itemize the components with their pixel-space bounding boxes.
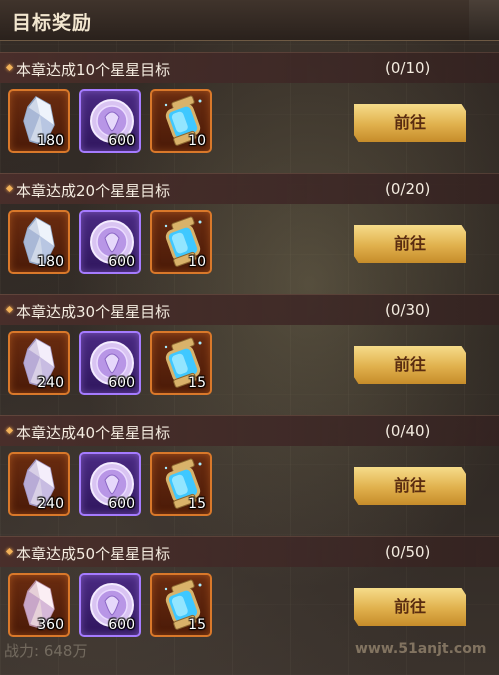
reward-count: 180: [37, 254, 64, 270]
reward-count: 10: [188, 133, 206, 149]
background-power-text: 战力: 648万: [4, 642, 88, 660]
go-button[interactable]: 前往: [354, 225, 466, 263]
goal-row-1: 本章达成10个星星目标 (0/10) 180 600 10 前往: [0, 52, 499, 172]
goal-label: 本章达成10个星星目标: [16, 61, 171, 79]
go-button[interactable]: 前往: [354, 467, 466, 505]
goal-progress: (0/30): [385, 301, 431, 319]
reward-item-crystal[interactable]: 360: [8, 573, 70, 637]
watermark: www.51anjt.com: [355, 641, 487, 657]
reward-item-lantern[interactable]: 15: [150, 452, 212, 516]
goal-row-3: 本章达成30个星星目标 (0/30) 240 600 15 前往: [0, 294, 499, 414]
bullet-diamond-icon: [5, 184, 14, 193]
reward-count: 600: [108, 496, 135, 512]
reward-count: 600: [108, 133, 135, 149]
reward-count: 600: [108, 254, 135, 270]
reward-item-crystal[interactable]: 180: [8, 210, 70, 274]
reward-item-crystal[interactable]: 180: [8, 89, 70, 153]
reward-item-lantern[interactable]: 10: [150, 89, 212, 153]
reward-count: 15: [188, 617, 206, 633]
reward-item-crystal[interactable]: 240: [8, 331, 70, 395]
go-button[interactable]: 前往: [354, 346, 466, 384]
reward-count: 240: [37, 496, 64, 512]
panel-header: 目标奖励: [0, 0, 499, 41]
reward-count: 360: [37, 617, 64, 633]
header-corner-decoration: [469, 0, 499, 40]
bullet-diamond-icon: [5, 426, 14, 435]
reward-count: 240: [37, 375, 64, 391]
go-button[interactable]: 前往: [354, 104, 466, 142]
bullet-diamond-icon: [5, 63, 14, 72]
goal-progress: (0/50): [385, 543, 431, 561]
goal-row-5: 本章达成50个星星目标 (0/50) 360 600 15 前往: [0, 536, 499, 656]
reward-item-lantern[interactable]: 15: [150, 331, 212, 395]
reward-item-coin[interactable]: 600: [79, 210, 141, 274]
goal-row-2: 本章达成20个星星目标 (0/20) 180 600 10 前往: [0, 173, 499, 293]
panel-title: 目标奖励: [12, 12, 93, 34]
goal-progress: (0/10): [385, 59, 431, 77]
reward-count: 180: [37, 133, 64, 149]
goal-label: 本章达成20个星星目标: [16, 182, 171, 200]
goal-progress: (0/40): [385, 422, 431, 440]
reward-item-coin[interactable]: 600: [79, 452, 141, 516]
goal-row-header: 本章达成40个星星目标 (0/40): [0, 415, 499, 446]
reward-count: 600: [108, 375, 135, 391]
reward-item-lantern[interactable]: 15: [150, 573, 212, 637]
go-button[interactable]: 前往: [354, 588, 466, 626]
goal-row-header: 本章达成30个星星目标 (0/30): [0, 294, 499, 325]
reward-count: 10: [188, 254, 206, 270]
goal-label: 本章达成30个星星目标: [16, 303, 171, 321]
bullet-diamond-icon: [5, 305, 14, 314]
reward-count: 600: [108, 617, 135, 633]
goal-row-header: 本章达成50个星星目标 (0/50): [0, 536, 499, 567]
reward-item-coin[interactable]: 600: [79, 573, 141, 637]
goal-label: 本章达成50个星星目标: [16, 545, 171, 563]
goal-row-header: 本章达成10个星星目标 (0/10): [0, 52, 499, 83]
goal-row-header: 本章达成20个星星目标 (0/20): [0, 173, 499, 204]
goal-row-4: 本章达成40个星星目标 (0/40) 240 600 15 前往: [0, 415, 499, 535]
reward-item-coin[interactable]: 600: [79, 89, 141, 153]
goal-label: 本章达成40个星星目标: [16, 424, 171, 442]
reward-item-lantern[interactable]: 10: [150, 210, 212, 274]
reward-count: 15: [188, 375, 206, 391]
reward-count: 15: [188, 496, 206, 512]
goal-progress: (0/20): [385, 180, 431, 198]
reward-item-coin[interactable]: 600: [79, 331, 141, 395]
bullet-diamond-icon: [5, 547, 14, 556]
reward-item-crystal[interactable]: 240: [8, 452, 70, 516]
